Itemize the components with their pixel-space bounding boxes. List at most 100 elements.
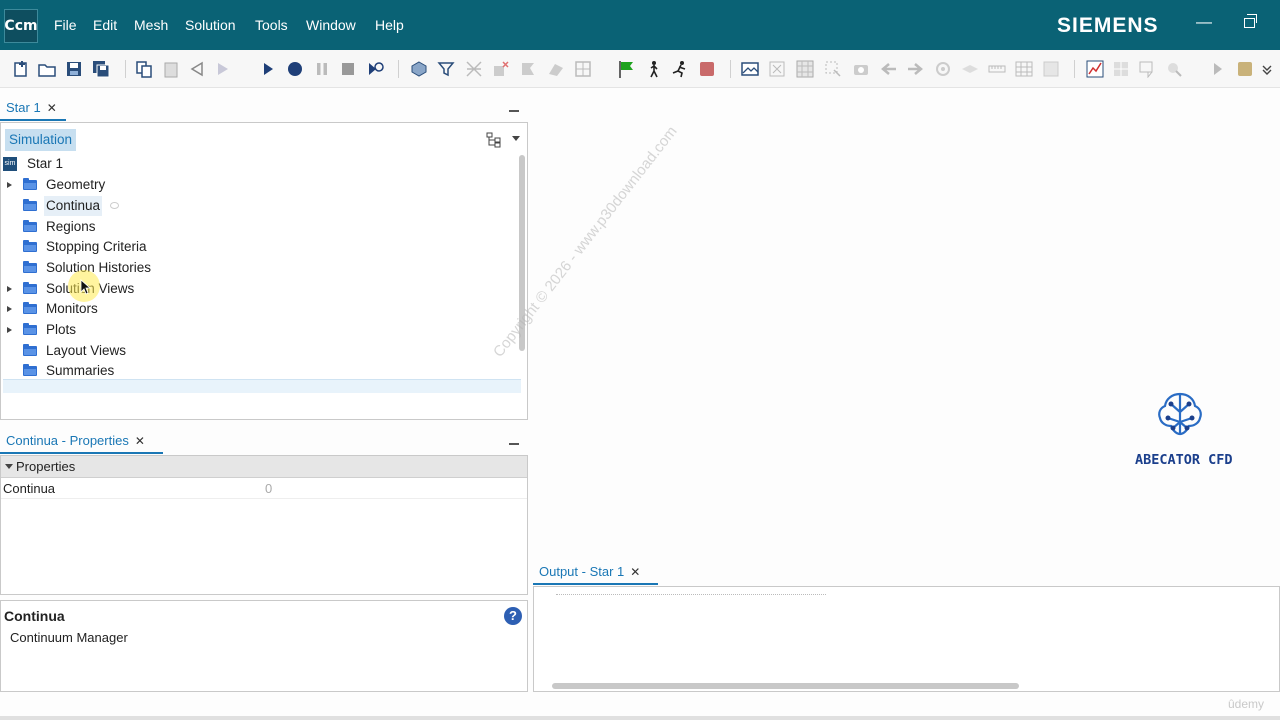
properties-section-header[interactable]: Properties [1,456,527,478]
select-icon[interactable] [824,60,842,78]
green-flag-icon[interactable] [617,60,635,78]
tree-item-solution-histories[interactable]: Solution Histories [7,258,307,278]
expand-arrow-icon[interactable] [7,327,12,333]
table-icon[interactable] [1015,60,1033,78]
filter-icon[interactable] [437,60,455,78]
geometry-icon[interactable] [410,60,428,78]
menu-file[interactable]: File [54,17,77,33]
tree-item-label: Continua [44,196,103,216]
tree-item-continua[interactable]: Continua [7,196,307,216]
run-figure-icon[interactable] [671,60,689,78]
expand-toolbar-icon[interactable] [1209,60,1227,78]
menu-edit[interactable]: Edit [93,17,117,33]
save-icon[interactable] [65,60,83,78]
tab-continua-properties[interactable]: Continua - Properties ✕ [6,433,145,448]
expand-arrow-icon[interactable] [7,182,12,188]
tree-item-stopping-criteria[interactable]: Stopping Criteria [7,237,307,257]
tree-item-layout-views[interactable]: Layout Views [7,341,307,361]
tree-item-label: Monitors [46,301,98,316]
property-row[interactable]: Continua 0 [1,479,527,499]
help-icon[interactable]: ? [504,607,522,625]
close-icon[interactable]: ✕ [630,565,640,579]
step-run-icon[interactable] [366,60,384,78]
new-simulation-icon[interactable] [12,60,30,78]
description-text: Continuum Manager [10,630,128,645]
step-back-icon[interactable] [188,60,206,78]
cube-icon[interactable] [1236,60,1254,78]
menu-tools[interactable]: Tools [255,17,288,33]
walk-icon[interactable] [645,60,663,78]
menu-window[interactable]: Window [306,17,356,33]
forward-arrow-icon[interactable] [906,60,924,78]
copy-icon[interactable] [135,60,153,78]
property-value[interactable]: 0 [265,479,272,499]
surface-icon[interactable] [519,60,537,78]
run-icon[interactable] [259,60,277,78]
menu-solution[interactable]: Solution [185,17,236,33]
folder-icon [23,240,37,252]
step-forward-icon[interactable] [214,60,232,78]
monitor-icon[interactable] [1112,60,1130,78]
close-icon[interactable]: ✕ [47,101,57,115]
inspect-icon[interactable] [1165,60,1183,78]
volume-icon[interactable] [547,60,565,78]
expand-arrow-icon[interactable] [7,286,12,292]
tree-item-solution-views[interactable]: Solution Views [7,279,307,299]
tree-item-regions[interactable]: Regions [7,217,307,237]
grid-view-icon[interactable] [796,60,814,78]
description-title: Continua [4,608,65,624]
mouse-cursor-icon [80,279,92,295]
folder-icon [23,344,37,356]
pause-icon[interactable] [313,60,331,78]
stop-icon[interactable] [339,60,357,78]
clear-mesh-icon[interactable] [492,60,510,78]
tab-star-1[interactable]: Star 1 ✕ [6,100,57,115]
ruler-icon[interactable] [988,60,1006,78]
camera-icon[interactable] [852,60,870,78]
tree-item-plots[interactable]: Plots [7,320,307,340]
close-icon[interactable]: ✕ [135,434,145,448]
scene-icon[interactable] [741,60,759,78]
tab-output-star-1[interactable]: Output - Star 1 ✕ [539,564,640,579]
tab-star-1-label: Star 1 [6,100,41,115]
plot-icon[interactable] [1086,60,1104,78]
annotation-icon[interactable] [1138,60,1156,78]
collapse-arrow-icon[interactable] [5,464,13,469]
expand-arrow-icon[interactable] [7,306,12,312]
minimize-panel-button[interactable] [509,110,519,112]
back-arrow-icon[interactable] [880,60,898,78]
save-all-icon[interactable] [92,60,110,78]
folder-icon [23,199,37,211]
tree-item-monitors[interactable]: Monitors [7,299,307,319]
tree-item-summaries[interactable]: Summaries [7,361,307,379]
grid-icon[interactable] [574,60,592,78]
paste-icon[interactable] [162,60,180,78]
chevron-down-icon[interactable] [512,136,520,141]
output-text-line [556,589,826,595]
layout-icon[interactable] [1042,60,1060,78]
tree-item-geometry[interactable]: Geometry [7,175,307,195]
view-plane-icon[interactable] [961,60,979,78]
description-panel: Continua Continuum Manager ? [0,600,528,692]
output-console[interactable] [533,586,1280,692]
status-bar [0,716,1280,720]
open-folder-icon[interactable] [38,60,56,78]
udemy-watermark: ûdemy [1228,697,1265,711]
output-horizontal-scrollbar[interactable] [552,683,1019,689]
menu-mesh[interactable]: Mesh [134,17,168,33]
rotate-icon[interactable] [934,60,952,78]
tree-options-icon[interactable] [486,132,502,148]
abecator-cfd-label: ABECATOR CFD [1135,452,1233,468]
fit-view-icon[interactable] [768,60,786,78]
minimize-button[interactable]: — [1196,14,1212,32]
mesh-icon[interactable] [465,60,483,78]
restore-button[interactable] [1244,14,1257,28]
record-icon[interactable] [286,60,304,78]
stop-red-icon[interactable] [698,60,716,78]
toolbar-overflow-icon[interactable] [1258,60,1276,78]
tree-root-label: Star 1 [27,156,64,171]
simulation-header[interactable]: Simulation [5,129,77,151]
active-tab-indicator [0,119,66,121]
menu-help[interactable]: Help [375,17,404,33]
minimize-panel-button[interactable] [509,443,519,445]
